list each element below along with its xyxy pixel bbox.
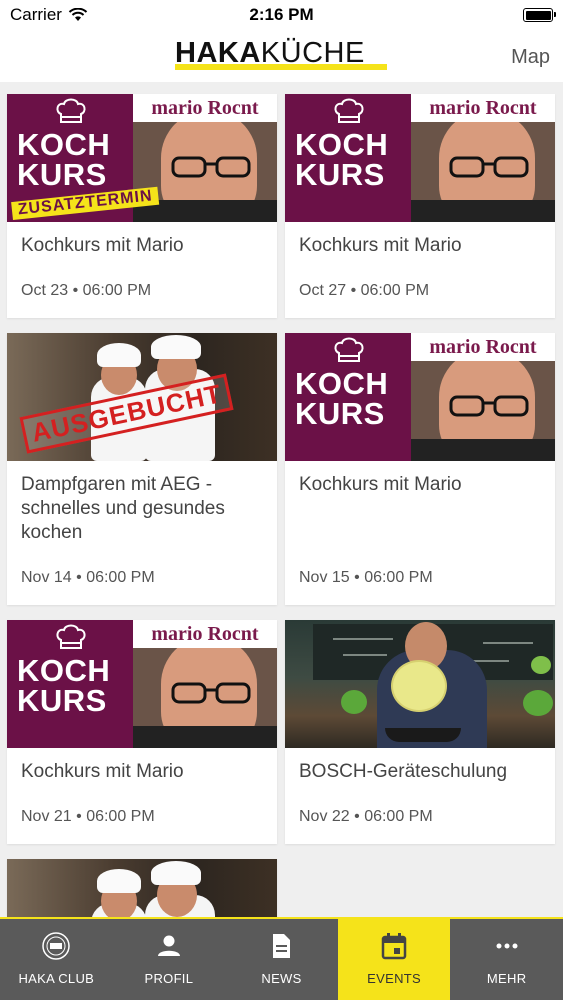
- logo-light-text: KÜCHE: [260, 37, 365, 69]
- event-image-kochkurs: KOCH KURS mario Rocnt: [285, 333, 555, 461]
- tab-mehr[interactable]: MEHR: [450, 919, 563, 1000]
- kochkurs-word-1: KOCH: [295, 366, 389, 401]
- status-bar: Carrier 2:16 PM: [0, 0, 563, 30]
- event-image-chefs: AUSGEBUCHT: [7, 333, 277, 461]
- mario-brand-text: mario Rocnt: [411, 333, 555, 361]
- event-date: Nov 21 • 06:00 PM: [21, 808, 155, 825]
- kochkurs-word-1: KOCH: [17, 127, 111, 162]
- event-date: Nov 15 • 06:00 PM: [299, 569, 433, 586]
- event-title: Kochkurs mit Mario: [21, 235, 184, 256]
- document-icon: [273, 934, 291, 958]
- event-date: Oct 23 • 06:00 PM: [21, 282, 152, 299]
- tab-label: EVENTS: [367, 971, 421, 986]
- haka-club-seal-icon: [42, 932, 71, 960]
- kochkurs-word-1: KOCH: [295, 127, 389, 162]
- event-title: Kochkurs mit Mario: [299, 474, 462, 495]
- more-dots-icon: [496, 943, 518, 949]
- event-image-kochkurs: KOCH KURS mario Rocnt: [285, 94, 555, 222]
- chef-hat-icon: [334, 337, 364, 362]
- tab-events[interactable]: EVENTS: [337, 919, 451, 1000]
- chef-hat-icon: [56, 624, 86, 649]
- calendar-icon: [381, 933, 407, 960]
- map-button[interactable]: Map: [511, 46, 550, 69]
- event-title: Kochkurs mit Mario: [299, 235, 462, 256]
- event-title: BOSCH-Geräteschulung: [299, 761, 508, 782]
- kochkurs-word-2: KURS: [295, 396, 385, 431]
- chef-hat-icon: [334, 98, 364, 123]
- event-title: Kochkurs mit Mario: [21, 761, 184, 782]
- haka-kueche-logo: HAKAKÜCHE: [175, 38, 387, 74]
- tab-label: PROFIL: [144, 971, 194, 986]
- event-image-kochkurs: KOCH KURS mario Rocnt ZUSATZTERMIN: [7, 94, 277, 222]
- mario-brand-text: mario Rocnt: [133, 620, 277, 648]
- event-card[interactable]: BOSCH-Geräteschulung Nov 22 • 06:00 PM: [285, 620, 555, 844]
- mario-brand-text: mario Rocnt: [133, 94, 277, 122]
- kochkurs-word-2: KURS: [17, 157, 107, 192]
- tab-haka-club[interactable]: HAKA CLUB: [0, 919, 113, 1000]
- event-title: Dampfgaren mit AEG - schnelles und gesun…: [21, 474, 225, 543]
- navigation-bar: HAKAKÜCHE Map: [0, 30, 563, 82]
- event-image-bosch-training: [285, 620, 555, 748]
- tab-profil[interactable]: PROFIL: [113, 919, 226, 1000]
- glasses-graphic: [449, 156, 529, 178]
- tab-news[interactable]: NEWS: [225, 919, 338, 1000]
- logo-bold-text: HAKA: [175, 37, 261, 69]
- event-image-kochkurs: KOCH KURS mario Rocnt: [7, 620, 277, 748]
- mario-brand-text: mario Rocnt: [411, 94, 555, 122]
- tab-label: NEWS: [261, 971, 302, 986]
- glasses-graphic: [171, 682, 251, 704]
- chef-hat-icon: [56, 98, 86, 123]
- pancake-graphic: [391, 660, 447, 712]
- glasses-graphic: [171, 156, 251, 178]
- status-time: 2:16 PM: [249, 5, 314, 24]
- person-icon: [157, 935, 180, 956]
- kochkurs-word-2: KURS: [295, 157, 385, 192]
- event-date: Oct 27 • 06:00 PM: [299, 282, 430, 299]
- kochkurs-word-2: KURS: [17, 683, 107, 718]
- kochkurs-word-1: KOCH: [17, 653, 111, 688]
- event-date: Nov 14 • 06:00 PM: [21, 569, 155, 586]
- tab-label: MEHR: [486, 971, 527, 986]
- event-card[interactable]: KOCH KURS mario Rocnt Kochkurs mit Mario…: [285, 333, 555, 605]
- glasses-graphic: [449, 395, 529, 417]
- event-card[interactable]: KOCH KURS mario Rocnt Kochkurs mit Mario…: [285, 94, 555, 318]
- tab-bar: HAKA CLUB PROFIL NEWS EVENTS MEHR: [0, 917, 563, 1000]
- event-card[interactable]: KOCH KURS mario Rocnt Kochkurs mit Mario…: [7, 620, 277, 844]
- event-card[interactable]: AUSGEBUCHT Dampfgaren mit AEG - schnelle…: [7, 333, 277, 605]
- tab-label: HAKA CLUB: [18, 971, 95, 986]
- event-card[interactable]: KOCH KURS mario Rocnt ZUSATZTERMIN Kochk…: [7, 94, 277, 318]
- event-date: Nov 22 • 06:00 PM: [299, 808, 433, 825]
- battery-icon: [523, 8, 556, 22]
